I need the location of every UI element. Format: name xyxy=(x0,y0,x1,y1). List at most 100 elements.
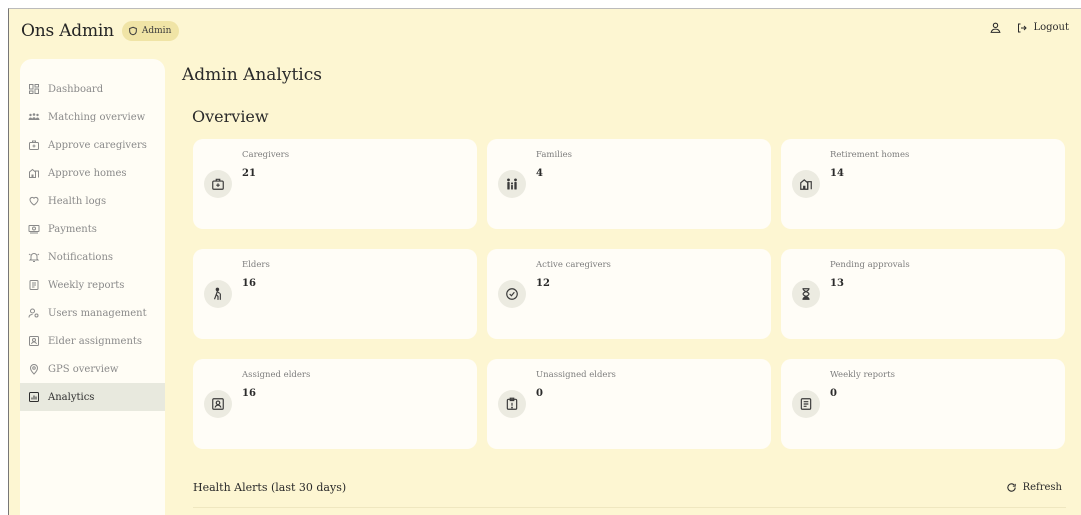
card-icon-wrap xyxy=(204,390,232,418)
stat-card-unassigned-elders: Unassigned elders 0 xyxy=(487,359,771,449)
sidebar: Dashboard Matching overview Approve care… xyxy=(20,59,165,515)
sidebar-item-label: Notifications xyxy=(48,251,114,263)
hourglass-icon xyxy=(802,288,810,300)
user-icon xyxy=(990,22,1001,33)
stat-label: Elders xyxy=(242,260,270,270)
sidebar-item-payments[interactable]: Payments xyxy=(20,215,165,243)
app-title: Ons Admin xyxy=(21,21,114,41)
bell-icon xyxy=(28,253,40,262)
stat-value: 0 xyxy=(536,388,543,399)
main-content: Admin Analytics Overview Caregivers 21 F… xyxy=(182,65,1072,508)
health-alerts-title: Health Alerts (last 30 days) xyxy=(193,481,347,494)
sidebar-item-label: Users management xyxy=(48,307,147,319)
sidebar-item-dashboard[interactable]: Dashboard xyxy=(20,75,165,103)
sidebar-item-notifications[interactable]: Notifications xyxy=(20,243,165,271)
stat-value: 21 xyxy=(242,168,256,179)
sidebar-item-label: Dashboard xyxy=(48,83,104,95)
sidebar-item-label: Elder assignments xyxy=(48,335,143,347)
dashboard-icon xyxy=(29,84,39,94)
user-profile-button[interactable] xyxy=(989,21,1002,34)
card-icon-wrap xyxy=(498,390,526,418)
card-icon-wrap xyxy=(204,280,232,308)
top-bar: Ons Admin Admin Logout xyxy=(9,9,1081,53)
sidebar-item-health-logs[interactable]: Health logs xyxy=(20,187,165,215)
stat-value: 4 xyxy=(536,168,543,179)
stat-card-weekly-reports: Weekly reports 0 xyxy=(781,359,1065,449)
stat-label: Families xyxy=(536,150,572,160)
analytics-icon xyxy=(29,392,39,402)
stat-label: Retirement homes xyxy=(830,150,910,160)
shield-icon xyxy=(129,26,137,36)
sidebar-item-label: GPS overview xyxy=(48,363,119,375)
sidebar-item-matching-overview[interactable]: Matching overview xyxy=(20,103,165,131)
card-icon-wrap xyxy=(498,280,526,308)
report-icon xyxy=(800,398,812,410)
stat-value: 16 xyxy=(242,388,256,399)
card-icon-wrap xyxy=(204,170,232,198)
sidebar-item-approve-homes[interactable]: Approve homes xyxy=(20,159,165,187)
contact-card-icon xyxy=(29,336,39,346)
stat-label: Pending approvals xyxy=(830,260,910,270)
stat-value: 0 xyxy=(830,388,837,399)
health-alerts-panel xyxy=(193,507,1066,515)
logout-button[interactable]: Logout xyxy=(1016,22,1069,34)
stat-value: 16 xyxy=(242,278,256,289)
sidebar-item-label: Approve caregivers xyxy=(48,139,147,151)
sidebar-item-label: Approve homes xyxy=(48,167,127,179)
card-icon-wrap xyxy=(792,280,820,308)
sidebar-item-elder-assignments[interactable]: Elder assignments xyxy=(20,327,165,355)
building-icon xyxy=(800,179,812,190)
alert-clipboard-icon xyxy=(506,397,518,410)
medical-case-icon xyxy=(29,140,39,150)
stat-cards: Caregivers 21 Families 4 Retirement home… xyxy=(193,139,1066,449)
refresh-label: Refresh xyxy=(1022,482,1062,493)
elder-walking-icon xyxy=(213,287,221,300)
card-icon-wrap xyxy=(498,170,526,198)
banknote-icon xyxy=(28,225,40,234)
medical-case-icon xyxy=(212,178,224,190)
logout-icon xyxy=(1018,23,1028,32)
stat-value: 14 xyxy=(830,168,844,179)
sidebar-item-users-management[interactable]: Users management xyxy=(20,299,165,327)
stat-card-pending-approvals: Pending approvals 13 xyxy=(781,249,1065,339)
sidebar-item-analytics[interactable]: Analytics xyxy=(20,383,165,411)
sidebar-item-gps-overview[interactable]: GPS overview xyxy=(20,355,165,383)
sidebar-item-label: Payments xyxy=(48,223,97,235)
stat-card-elders: Elders 16 xyxy=(193,249,477,339)
sidebar-item-label: Health logs xyxy=(48,195,107,207)
stat-card-retirement-homes: Retirement homes 14 xyxy=(781,139,1065,229)
logout-label: Logout xyxy=(1033,22,1069,33)
overview-title: Overview xyxy=(192,107,269,126)
stat-value: 12 xyxy=(536,278,550,289)
sidebar-item-label: Analytics xyxy=(48,391,95,403)
stat-value: 13 xyxy=(830,278,844,289)
card-icon-wrap xyxy=(792,170,820,198)
card-icon-wrap xyxy=(792,390,820,418)
role-badge-label: Admin xyxy=(141,26,172,36)
contact-card-icon xyxy=(212,398,224,410)
users-icon xyxy=(28,308,39,318)
refresh-button[interactable]: Refresh xyxy=(1006,482,1062,493)
stat-card-caregivers: Caregivers 21 xyxy=(193,139,477,229)
report-icon xyxy=(29,280,39,290)
refresh-icon xyxy=(1006,483,1016,492)
family-icon xyxy=(507,178,517,190)
building-icon xyxy=(29,168,39,178)
app-frame: Ons Admin Admin Logout Dashboard Matchin… xyxy=(8,8,1081,515)
sidebar-item-weekly-reports[interactable]: Weekly reports xyxy=(20,271,165,299)
stat-label: Weekly reports xyxy=(830,370,895,380)
map-pin-icon xyxy=(29,364,39,375)
stat-card-assigned-elders: Assigned elders 16 xyxy=(193,359,477,449)
stat-card-families: Families 4 xyxy=(487,139,771,229)
sidebar-item-label: Matching overview xyxy=(48,111,146,123)
top-actions: Logout xyxy=(989,21,1069,34)
stat-label: Assigned elders xyxy=(242,370,311,380)
stat-label: Active caregivers xyxy=(536,260,611,270)
check-circle-icon xyxy=(506,288,518,300)
role-badge: Admin xyxy=(121,21,180,41)
sidebar-item-approve-caregivers[interactable]: Approve caregivers xyxy=(20,131,165,159)
people-icon xyxy=(28,113,40,120)
stat-label: Caregivers xyxy=(242,150,290,160)
health-alerts-header: Health Alerts (last 30 days) Refresh xyxy=(193,481,1066,494)
stat-card-active-caregivers: Active caregivers 12 xyxy=(487,249,771,339)
